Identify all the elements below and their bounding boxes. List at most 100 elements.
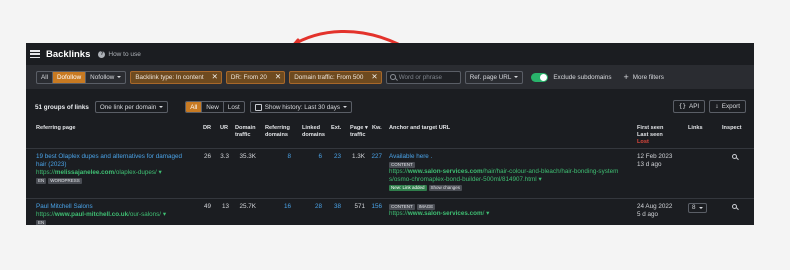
scope-lost[interactable]: Lost [222,102,244,112]
ur-value: 3.3 [220,153,229,160]
more-filters-button[interactable]: + More filters [623,72,663,82]
show-changes-button[interactable]: Show changes [428,185,463,191]
close-icon[interactable]: ✕ [371,73,377,81]
referring-page-url[interactable]: https://www.paul-mitchell.co.uk/our-salo… [36,211,201,219]
col-ur[interactable]: UR [220,125,228,132]
referring-page-title[interactable]: Paul Mitchell Salons [36,203,201,211]
inspect-button[interactable] [732,204,737,209]
referring-page-title[interactable]: 19 best Olaplex dupes and alternatives f… [36,153,201,169]
target-url[interactable]: https://www.salon-services.com/ ▾ [389,210,634,218]
filter-chip-domain-traffic[interactable]: Domain traffic: From 500 ✕ [289,70,382,84]
page-tags: EN [36,220,201,225]
url-path: / [482,210,485,217]
ref-page-url-dropdown[interactable]: Ref. page URL [464,70,524,84]
links-count-box: 8 [688,203,707,213]
history-dropdown[interactable]: Show history: Last 30 days [249,101,353,113]
nofollow-label: Nofollow [90,73,115,81]
referring-page-cell: 19 best Olaplex dupes and alternatives f… [36,153,201,184]
chip-label: Domain traffic: From 500 [294,73,364,81]
scope-new[interactable]: New [201,102,223,112]
grouping-dropdown[interactable]: One link per domain [94,101,169,113]
col-linked-domains[interactable]: Linked domains [302,125,325,139]
linked-domains-value[interactable]: 28 [308,203,322,211]
dr-value: 49 [203,203,211,210]
close-icon[interactable]: ✕ [212,73,218,81]
col-label: traffic [350,132,366,138]
link-type-filter: All Dofollow Nofollow [36,70,127,84]
col-label: Last seen [637,132,663,138]
col-dr[interactable]: DR [203,125,211,132]
status-tags: New: Link added Show changes [389,185,634,191]
link-type-nofollow[interactable]: Nofollow [85,71,125,83]
ur-value: 13 [221,203,229,210]
url-path: /hair/hair-colour-and-bleach/hair-bondin… [482,168,619,175]
exclude-subdomains-toggle[interactable] [531,72,549,82]
col-label: Linked [302,125,321,131]
page-traffic-value: 571 [354,203,365,210]
col-first-last-seen[interactable]: First seen Last seen Lost [637,125,663,146]
link-type-dofollow[interactable]: Dofollow [52,71,86,83]
page-tags: EN WORDPRESS [36,178,201,184]
col-links[interactable]: Links [688,125,703,132]
ext-value[interactable]: 23 [326,153,341,161]
referring-page-url[interactable]: https://melissajanelee.com/olaplex-dupes… [36,169,201,177]
link-type-all[interactable]: All [37,72,52,83]
results-toolbar: 51 groups of links One link per domain A… [26,98,754,116]
chevron-down-icon[interactable]: ▾ [486,210,489,217]
chevron-down-icon[interactable]: ▾ [159,169,162,176]
chevron-down-icon[interactable]: ▾ [163,211,166,218]
keywords-value[interactable]: 227 [368,153,382,161]
scope-filter: All New Lost [185,101,245,113]
keywords-value[interactable]: 156 [368,203,382,211]
search-icon [732,204,737,209]
domain-traffic-value: 35.3K [239,153,256,160]
url-domain: www.salon-services.com [407,210,483,217]
platform-tag: WORDPRESS [48,178,82,184]
exclude-subdomains-label: Exclude subdomains [553,73,612,81]
code-icon: {} [678,103,687,110]
chevron-down-icon [514,76,519,78]
export-button[interactable]: ⇩ Export [709,100,746,113]
col-referring-page[interactable]: Referring page [36,125,75,132]
new-link-tag: New: Link added [389,185,427,191]
col-inspect: Inspect [722,125,742,131]
api-button[interactable]: {} API [672,100,706,113]
ref-domains-value[interactable]: 16 [276,203,291,211]
col-ext[interactable]: Ext. [331,125,341,132]
target-url[interactable]: https://www.salon-services.com/hair/hair… [389,168,634,184]
table-row: 19 best Olaplex dupes and alternatives f… [26,153,754,197]
filter-chip-dr[interactable]: DR: From 20 ✕ [225,70,286,84]
col-anchor-target[interactable]: Anchor and target URL [389,125,450,132]
anchor-target-cell: Available here . CONTENT https://www.sal… [389,153,634,191]
anchor-text[interactable]: Available here . [389,153,634,161]
url-prefix: https:// [389,210,408,217]
calendar-icon [254,103,262,111]
linked-domains-value[interactable]: 6 [308,153,322,161]
col-page-traffic[interactable]: Page ▾ traffic [350,125,368,139]
inspect-button[interactable] [732,154,737,159]
how-to-use-link[interactable]: ? How to use [98,50,141,58]
url-path: /our-salons/ [128,211,162,218]
last-seen: 5 d ago [637,211,659,218]
col-keywords[interactable]: Kw. [372,125,382,132]
ext-value[interactable]: 38 [326,203,341,211]
first-seen: 12 Feb 2023 [637,153,673,160]
scope-all[interactable]: All [186,102,202,112]
col-domain-traffic[interactable]: Domain traffic [235,125,256,139]
col-label: domains [265,132,289,138]
filter-chip-backlink-type[interactable]: Backlink type: In content ✕ [130,70,222,84]
links-dropdown[interactable]: 8 [688,203,707,213]
ref-domains-value[interactable]: 8 [276,153,291,161]
col-referring-domains[interactable]: Referring domains [265,125,290,139]
first-seen: 24 Aug 2022 [637,203,673,210]
chevron-down-icon [343,106,348,108]
history-label: Show history: Last 30 days [264,103,341,111]
backlinks-app: Backlinks ? How to use All Dofollow Nofo… [26,43,754,225]
close-icon[interactable]: ✕ [275,73,281,81]
referring-page-cell: Paul Mitchell Salons https://www.paul-mi… [36,203,201,225]
hamburger-menu-icon[interactable] [30,50,40,58]
chevron-down-icon [698,207,703,209]
chevron-down-icon[interactable]: ▾ [538,176,541,183]
search-input[interactable]: Word or phrase [385,70,461,84]
links-count: 8 [692,204,696,211]
